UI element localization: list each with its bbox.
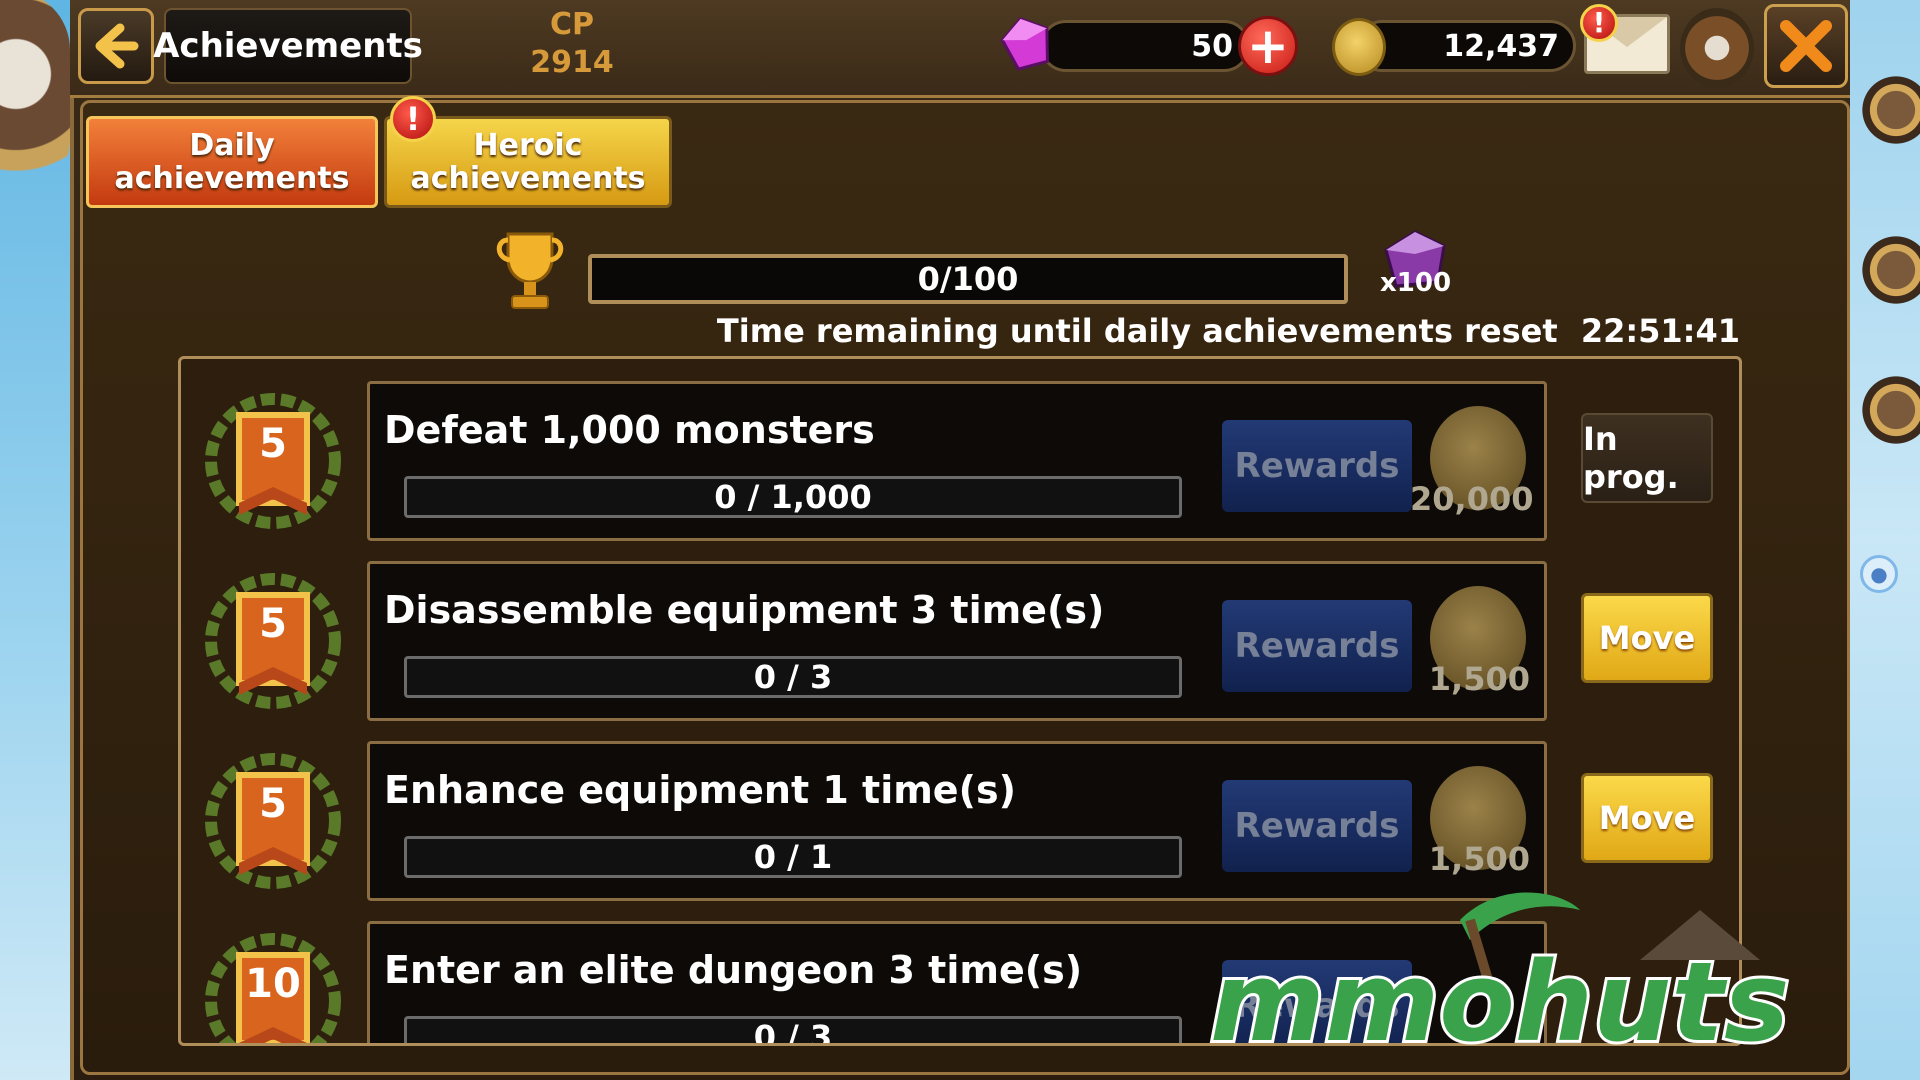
achievement-row: 5 Enhance equipment 1 time(s) 0 / 1 Rewa…	[181, 741, 1739, 901]
achievement-points: 5	[259, 421, 287, 467]
achievement-points: 5	[259, 781, 287, 827]
cp-label: CP	[549, 7, 594, 42]
add-gems-button[interactable]: +	[1238, 16, 1298, 76]
achievement-card: Defeat 1,000 monsters 0 / 1,000 Rewards …	[367, 381, 1547, 541]
rewards-ribbon: Rewards	[1222, 780, 1412, 872]
achievement-list[interactable]: 5 Defeat 1,000 monsters 0 / 1,000 Reward…	[178, 356, 1742, 1046]
move-button[interactable]: Move	[1581, 773, 1713, 863]
cp-value: 2914	[530, 45, 614, 80]
tab-daily-achievements[interactable]: Daily achievements	[86, 116, 378, 208]
heroic-alert-icon: !	[390, 96, 436, 142]
gold-counter: 12,437	[1356, 20, 1576, 72]
hero-portrait[interactable]	[0, 0, 70, 200]
gold-coin-icon	[1332, 18, 1386, 76]
achievement-points: 5	[259, 601, 287, 647]
achievement-progress-bar: 0 / 1,000	[404, 476, 1182, 518]
rewards-ribbon: Rewards	[1222, 960, 1412, 1043]
gem-counter: 50	[1040, 20, 1250, 72]
daily-progress-bar: 0/100	[588, 254, 1348, 304]
achievement-card: Enter an elite dungeon 3 time(s) 0 / 3 R…	[367, 921, 1547, 1043]
achievement-task: Enhance equipment 1 time(s)	[384, 768, 1016, 812]
reward-amount: 20,000	[1410, 480, 1534, 518]
achievement-task: Defeat 1,000 monsters	[384, 408, 875, 452]
reward-amount: 1,500	[1428, 660, 1530, 698]
reset-label: Time remaining until daily achievements …	[716, 312, 1558, 350]
achievement-task: Enter an elite dungeon 3 time(s)	[384, 948, 1083, 992]
move-button[interactable]: Move	[1581, 593, 1713, 683]
achievement-row: 10 Enter an elite dungeon 3 time(s) 0 / …	[181, 921, 1739, 1043]
rewards-ribbon: Rewards	[1222, 420, 1412, 512]
close-icon	[1780, 20, 1832, 72]
guild-emblem-icon[interactable]	[1680, 8, 1754, 88]
back-arrow-icon	[95, 23, 139, 69]
achievement-card: Enhance equipment 1 time(s) 0 / 1 Reward…	[367, 741, 1547, 901]
page-title: Achievements	[153, 8, 423, 84]
trophy-icon	[496, 232, 564, 309]
achievement-progress-bar: 0 / 3	[404, 656, 1182, 698]
reset-time: 22:51:41	[1580, 312, 1740, 350]
gem-reward-quantity: x100	[1380, 268, 1452, 298]
rewards-ribbon: Rewards	[1222, 600, 1412, 692]
close-button[interactable]	[1764, 4, 1848, 88]
mail-alert-icon: !	[1580, 4, 1618, 42]
achievement-progress-bar: 0 / 3	[404, 1016, 1182, 1043]
achievement-row: 5 Defeat 1,000 monsters 0 / 1,000 Reward…	[181, 381, 1739, 541]
in-progress-button[interactable]: In prog.	[1581, 413, 1713, 503]
reward-amount: 1,500	[1428, 840, 1530, 878]
achievement-points: 10	[245, 961, 301, 1007]
achievement-progress-bar: 0 / 1	[404, 836, 1182, 878]
reset-timer: Time remaining until daily achievements …	[700, 312, 1740, 350]
achievement-card: Disassemble equipment 3 time(s) 0 / 3 Re…	[367, 561, 1547, 721]
gold-amount: 12,437	[1443, 28, 1559, 64]
gem-amount: 50	[1191, 28, 1233, 64]
cp-display: CP 2914	[522, 6, 622, 82]
achievement-task: Disassemble equipment 3 time(s)	[384, 588, 1105, 632]
right-background	[1850, 0, 1920, 1080]
back-button[interactable]	[78, 8, 154, 84]
mic-icon[interactable]: ●	[1860, 555, 1898, 593]
achievement-row: 5 Disassemble equipment 3 time(s) 0 / 3 …	[181, 561, 1739, 721]
